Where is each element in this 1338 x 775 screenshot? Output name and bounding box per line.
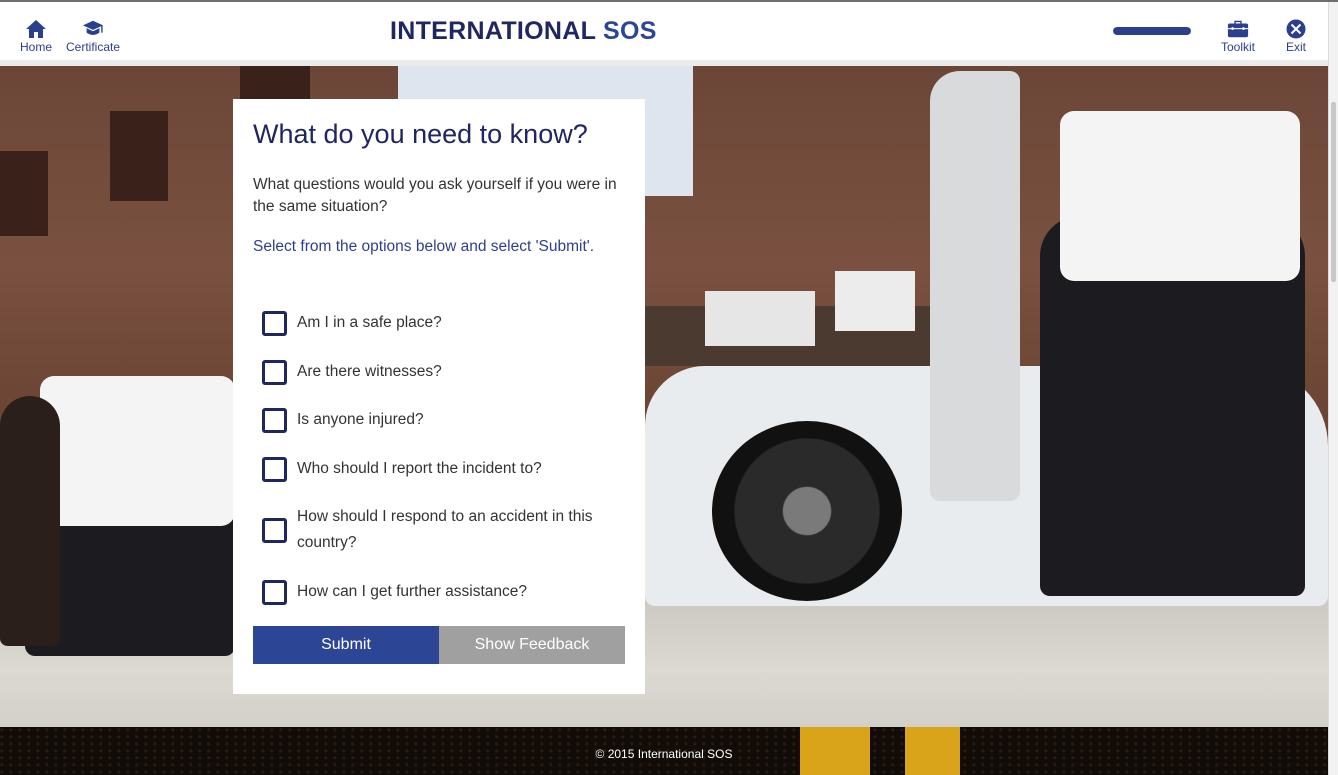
checkbox[interactable] (262, 310, 287, 336)
certificate-button[interactable]: Certificate (66, 19, 120, 54)
close-circle-icon (1285, 19, 1307, 39)
show-feedback-button[interactable]: Show Feedback (439, 626, 625, 664)
option-safe-place[interactable]: Am I in a safe place? (262, 310, 617, 336)
vertical-scrollbar[interactable] (1328, 2, 1338, 775)
question-instruction: Select from the options below and select… (253, 238, 595, 255)
top-header: Home Certificate INTERNATIONAL SOS Toolk… (0, 2, 1328, 60)
briefcase-icon (1227, 19, 1249, 39)
option-label: Who should I report the incident to? (297, 460, 542, 477)
footer-bar: © 2015 International SOS (0, 727, 1328, 775)
exit-label: Exit (1285, 40, 1306, 54)
certificate-label: Certificate (66, 40, 121, 54)
option-label: Am I in a safe place? (297, 314, 442, 331)
app-window: Home Certificate INTERNATIONAL SOS Toolk… (0, 0, 1338, 775)
option-label: Are there witnesses? (297, 363, 442, 380)
checkbox[interactable] (262, 517, 287, 543)
question-panel: What do you need to know? What questions… (233, 99, 645, 694)
home-label: Home (20, 40, 53, 54)
home-button[interactable]: Home (20, 19, 52, 54)
course-progress-bar (1113, 27, 1191, 35)
question-title: What do you need to know? (253, 119, 588, 149)
checkbox[interactable] (262, 456, 287, 482)
checkbox[interactable] (262, 579, 287, 605)
option-label: How should I respond to an accident in t… (297, 508, 593, 551)
scrollbar-thumb[interactable] (1331, 102, 1336, 282)
option-witnesses[interactable]: Are there witnesses? (262, 359, 617, 385)
toolkit-label: Toolkit (1221, 40, 1256, 54)
option-anyone-injured[interactable]: Is anyone injured? (262, 407, 617, 433)
course-progress-fill (1113, 27, 1191, 35)
checkbox[interactable] (262, 359, 287, 385)
option-respond-accident[interactable]: How should I respond to an accident in t… (262, 504, 617, 556)
action-buttons: Submit Show Feedback (253, 626, 625, 664)
toolkit-button[interactable]: Toolkit (1221, 19, 1255, 54)
checkbox[interactable] (262, 407, 287, 433)
submit-button[interactable]: Submit (253, 626, 439, 664)
international-sos-logo: INTERNATIONAL SOS (390, 17, 657, 46)
logo-secondary-text: SOS (603, 17, 657, 45)
logo-primary-text: INTERNATIONAL (390, 17, 596, 45)
option-label: How can I get further assistance? (297, 583, 528, 600)
option-label: Is anyone injured? (297, 411, 424, 428)
question-prompt: What questions would you ask yourself if… (253, 176, 617, 215)
graduation-cap-icon (82, 19, 104, 39)
home-icon (25, 19, 47, 39)
option-report-incident[interactable]: Who should I report the incident to? (262, 456, 617, 482)
background-photo-accident-scene (0, 66, 1328, 727)
option-further-assistance[interactable]: How can I get further assistance? (262, 579, 617, 605)
copyright-text: © 2015 International SOS (595, 747, 733, 761)
exit-button[interactable]: Exit (1285, 19, 1307, 54)
